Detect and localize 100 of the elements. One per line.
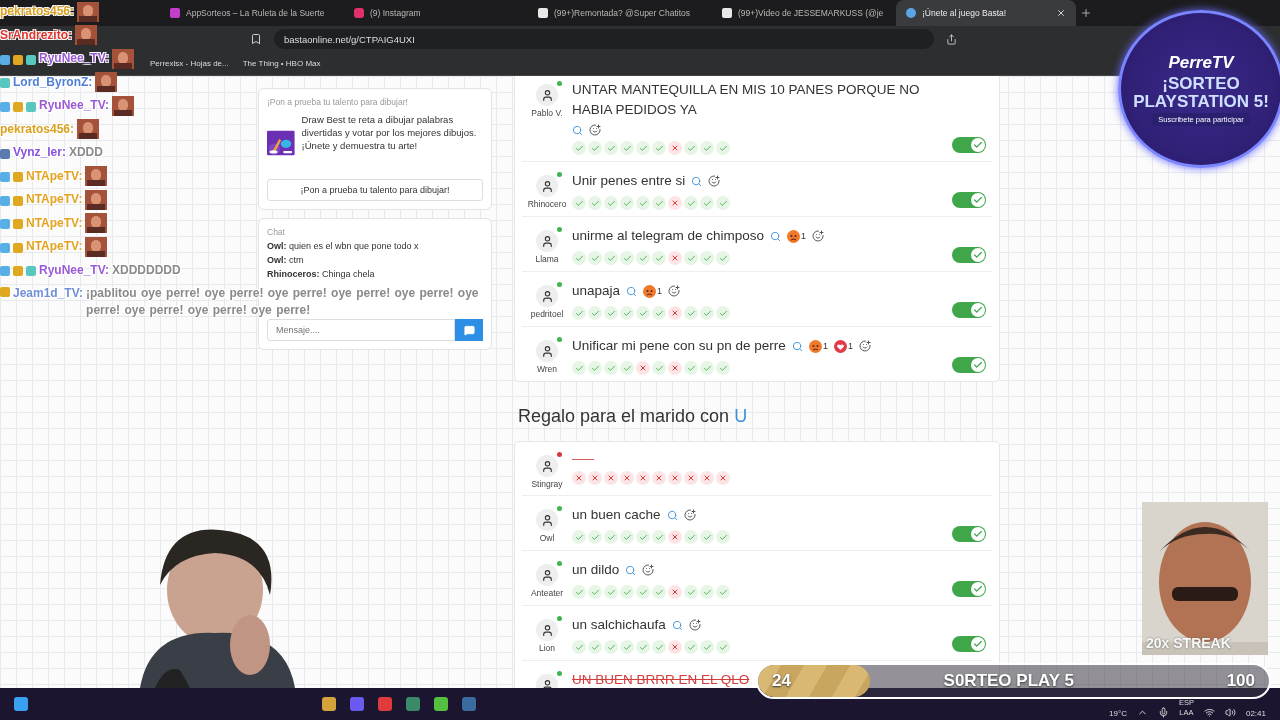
goal-title: S0RTEO PLAY 5 [943, 671, 1074, 691]
check-icon [973, 140, 983, 150]
angry-face-icon[interactable] [808, 339, 822, 353]
search-icon[interactable] [691, 175, 703, 187]
new-tab-icon[interactable] [1080, 7, 1092, 19]
avatar-icon [536, 84, 558, 106]
chat-username: NTApeTV: [26, 191, 83, 209]
network-icon[interactable] [1203, 707, 1215, 718]
search-icon[interactable] [791, 340, 803, 352]
answer-text: unapaja [572, 282, 621, 300]
browser-tab[interactable]: ¡Únete al juego Basta! [896, 0, 1076, 26]
category-letter: U [734, 406, 748, 426]
player-name: Wren [536, 364, 558, 374]
check-icon [973, 360, 983, 370]
app-icon[interactable] [378, 697, 392, 711]
accept-toggle[interactable] [952, 526, 986, 542]
answer-text: UNTAR MANTEQUILLA EN MIS 10 PANES PORQUE NO HABIA PEDIDOS YA [572, 81, 921, 119]
add-reaction-icon[interactable] [589, 124, 601, 136]
accept-toggle[interactable] [952, 581, 986, 597]
volume-icon[interactable] [1224, 707, 1236, 718]
add-reaction-icon[interactable] [708, 175, 721, 187]
chat-badge-icon [26, 54, 36, 65]
accept-toggle[interactable] [952, 137, 986, 153]
add-reaction-icon[interactable] [812, 230, 825, 242]
angry-face-icon[interactable] [787, 229, 801, 243]
accept-toggle[interactable] [952, 636, 986, 652]
microphone-icon[interactable] [1157, 707, 1169, 718]
search-icon[interactable] [666, 509, 678, 521]
check-icon [973, 529, 983, 539]
chat-username: RyuNee_TV: [39, 97, 110, 115]
emote-icon [85, 236, 108, 257]
chat-badge-icon [13, 266, 23, 277]
browser-tab[interactable]: AppSorteos – La Ruleta de la Suerte [160, 0, 340, 26]
avatar-icon [536, 285, 558, 307]
app-icon[interactable] [406, 697, 420, 711]
accept-toggle[interactable] [952, 357, 986, 373]
emote-icon [112, 95, 135, 116]
search-icon[interactable] [572, 124, 583, 136]
accept-toggle[interactable] [952, 247, 986, 263]
answer-text: UN BUEN BRRR EN EL QLO [572, 671, 750, 688]
goal-target: 100 [1226, 671, 1255, 691]
ad-button[interactable]: ¡Pon a prueba tu talento para dibujar! [267, 179, 483, 201]
search-icon[interactable] [671, 619, 683, 631]
chat-badge-icon [13, 172, 23, 183]
address-field[interactable]: bastaonline.net/g/CTPAIG4UXI [274, 29, 934, 49]
tab-favicon-icon [722, 8, 732, 18]
message-field[interactable]: Mensaje.... [267, 319, 455, 341]
share-icon[interactable] [946, 33, 957, 45]
search-icon[interactable] [625, 564, 637, 576]
player-name: Rhinocero [527, 199, 567, 209]
search-icon[interactable] [626, 285, 638, 297]
chat-message: ¡pablitou oye perre! oye perre! oye perre! oye perre! oye perre! oye perre! oye perre! oye perre! oye perre! [86, 285, 480, 319]
add-reaction-icon[interactable] [683, 509, 696, 521]
chat-badge-icon [13, 242, 23, 253]
app-icon[interactable] [350, 697, 364, 711]
avatar-icon [536, 619, 558, 641]
browser-tab[interactable]: (99+)Video de JESSEMARKUSS (@je [712, 0, 892, 26]
tab-favicon-icon [354, 8, 364, 18]
chat-badge-icon [0, 266, 10, 277]
bookmark-link[interactable]: Perrexlsx - Hojas de... [150, 59, 229, 68]
search-icon[interactable] [770, 230, 782, 242]
app-icon[interactable] [462, 697, 476, 711]
chat-message: Owl: quien es el wbn que pone todo x [267, 241, 420, 251]
check-icon [973, 639, 983, 649]
chat-badge-icon [13, 219, 23, 230]
add-reaction-icon[interactable] [642, 564, 655, 576]
reaction-count: 1 [801, 231, 807, 241]
accept-toggle[interactable] [952, 192, 986, 208]
chat-bubble-icon [463, 324, 475, 336]
bookmark-icon[interactable] [250, 33, 262, 45]
chat-badge-icon [13, 101, 23, 112]
chat-username: RyuNee_TV: [39, 261, 110, 279]
close-icon[interactable] [1056, 8, 1066, 18]
bookmark-link[interactable]: The Thing • HBO Max [242, 59, 321, 68]
add-reaction-icon[interactable] [858, 340, 871, 352]
chat-username: Vynz_ler: [13, 144, 66, 162]
chat-username: NTApeTV: [26, 167, 83, 185]
clock-time[interactable]: 02:41 [1245, 709, 1266, 718]
ad-heading: ¡Pon a prueba tu talento para dibujar! [267, 97, 409, 107]
browser-tab[interactable]: (9) Instagram [344, 0, 524, 26]
angry-face-icon[interactable] [643, 284, 657, 298]
app-icon[interactable] [434, 697, 448, 711]
chat-username: RyuNee_TV: [39, 50, 110, 68]
ad-description: Draw Best te reta a dibujar palabras divertidas y votar por los mejores dibujos. ¡Únete y demuestra tu arte! [301, 113, 478, 153]
tab-favicon-icon [170, 8, 180, 18]
chat-badge-icon [0, 172, 10, 183]
start-icon[interactable] [14, 697, 28, 711]
player-name: Anteater [530, 588, 564, 598]
reaction-count: 1 [657, 286, 663, 296]
answer-text: un dildo [572, 561, 620, 579]
chat-username: pekratos456: [0, 3, 75, 21]
browser-tab[interactable]: (99+)Remontada? @Super Chatitos [528, 0, 708, 26]
player-name: Pablo V. [531, 108, 563, 118]
app-icon[interactable] [322, 697, 336, 711]
add-reaction-icon[interactable] [688, 619, 701, 631]
answer-text: unirme al telegram de chimposo [572, 227, 765, 245]
accept-toggle[interactable] [952, 302, 986, 318]
emote-icon [85, 189, 108, 210]
send-button[interactable] [455, 319, 483, 341]
add-reaction-icon[interactable] [668, 285, 681, 297]
